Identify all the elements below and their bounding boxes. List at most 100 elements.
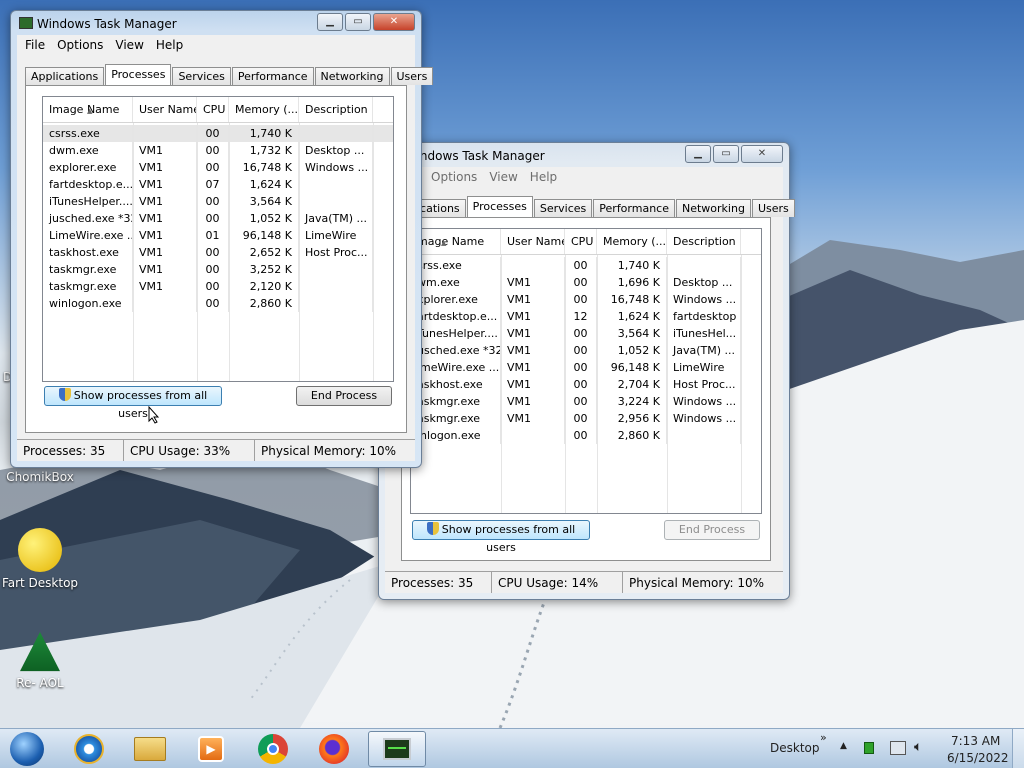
table-row[interactable]: csrss.exe 00 1,740 K — [43, 125, 393, 142]
network-icon[interactable] — [890, 741, 906, 755]
cell-memory: 1,696 K — [597, 274, 667, 291]
tab-performance[interactable]: Performance — [593, 199, 675, 217]
end-process-button[interactable]: End Process — [296, 386, 392, 406]
cell-image-name: TunesHelper.... — [411, 325, 501, 342]
taskbar-media-player[interactable]: ▶ — [182, 731, 240, 767]
menu-file[interactable]: File — [19, 38, 51, 52]
table-row[interactable]: askmgr.exe VM1 00 2,956 K Windows ... — [411, 410, 761, 427]
column-cpu[interactable]: CPU — [565, 229, 597, 254]
table-row[interactable]: askmgr.exe VM1 00 3,224 K Windows ... — [411, 393, 761, 410]
title-bar[interactable]: Windows Task Manager ▁ ▭ ✕ — [379, 143, 789, 167]
table-row[interactable]: iTunesHelper.... VM1 00 3,564 K — [43, 193, 393, 210]
column-description[interactable]: Description — [299, 97, 373, 122]
column-cpu[interactable]: CPU — [197, 97, 229, 122]
process-list[interactable]: mage Name ▲ User Name CPU Memory (... Des… — [410, 228, 762, 514]
taskbar-task-manager[interactable] — [368, 731, 426, 767]
table-row[interactable]: LimeWire.exe ... VM1 01 96,148 K LimeWire — [43, 227, 393, 244]
tab-performance[interactable]: Performance — [231, 67, 314, 85]
tab-applications[interactable]: Applications — [25, 67, 105, 85]
table-row[interactable]: TunesHelper.... VM1 00 3,564 KiTunesHel... — [411, 325, 761, 342]
column-user-name[interactable]: User Name — [501, 229, 565, 254]
end-process-button[interactable]: End Process — [664, 520, 760, 540]
table-row[interactable]: imeWire.exe ... VM1 00 96,148 K LimeWire — [411, 359, 761, 376]
process-list[interactable]: Image Name ▲ User Name CPU Memory (... De… — [42, 96, 394, 382]
table-row[interactable]: srss.exe 00 1,740 K — [411, 257, 761, 274]
cell-description: Windows ... — [667, 291, 741, 308]
table-row[interactable]: winlogon.exe 00 2,860 K — [43, 295, 393, 312]
toolbar-chevron-icon[interactable]: » — [820, 731, 827, 744]
menu-help[interactable]: Help — [150, 38, 189, 52]
table-row[interactable]: explorer.exe VM1 00 16,748 K Windows ... — [43, 159, 393, 176]
column-memory[interactable]: Memory (... — [597, 229, 667, 254]
clock-time[interactable]: 7:13 AM — [951, 734, 1000, 748]
desktop-icon-re-aol[interactable]: Re- AOL — [0, 632, 80, 690]
cell-cpu: 00 — [197, 210, 229, 227]
cell-memory: 96,148 K — [229, 227, 299, 244]
cell-description — [299, 295, 373, 312]
table-row[interactable]: xplorer.exe VM1 00 16,748 K Windows ... — [411, 291, 761, 308]
column-image-name[interactable]: mage Name ▲ — [411, 229, 501, 254]
volume-icon[interactable]: 🔈︎ — [914, 739, 922, 755]
show-hidden-icons-button[interactable]: ▲ — [840, 741, 847, 751]
table-row[interactable]: inlogon.exe 00 2,860 K — [411, 427, 761, 444]
task-manager-window-2[interactable]: Windows Task Manager ▁ ▭ ✕ Options View … — [378, 142, 795, 600]
task-manager-icon — [19, 17, 33, 29]
start-button[interactable] — [2, 731, 52, 767]
taskbar-file-explorer[interactable] — [121, 731, 179, 767]
tab-services[interactable]: Services — [172, 67, 231, 85]
status-bar: Processes: 35 CPU Usage: 33% Physical Me… — [17, 439, 415, 461]
tab-strip: Applications Processes Services Performa… — [25, 64, 434, 85]
table-row[interactable]: taskmgr.exe VM1 00 2,120 K — [43, 278, 393, 295]
table-row[interactable]: askhost.exe VM1 00 2,704 K Host Proc... — [411, 376, 761, 393]
tab-users[interactable]: Users — [390, 67, 434, 85]
desktop-icon-chomikbox[interactable]: ChomikBox — [0, 470, 80, 484]
desktop-toolbar-label[interactable]: Desktop — [770, 741, 820, 755]
column-description[interactable]: Description — [667, 229, 741, 254]
desktop-icon-fart-desktop[interactable]: Fart Desktop — [0, 528, 80, 590]
cell-cpu: 00 — [565, 427, 597, 444]
menu-view[interactable]: View — [483, 170, 523, 184]
table-row[interactable]: taskhost.exe VM1 00 2,652 K Host Proc... — [43, 244, 393, 261]
close-button[interactable]: ✕ — [741, 145, 783, 163]
tab-services[interactable]: Services — [533, 199, 593, 217]
maximize-button[interactable]: ▭ — [345, 13, 371, 31]
green-tray-icon[interactable] — [864, 742, 874, 754]
maximize-button[interactable]: ▭ — [713, 145, 739, 163]
cell-memory: 1,052 K — [597, 342, 667, 359]
tab-users[interactable]: Users — [751, 199, 795, 217]
menu-view[interactable]: View — [109, 38, 149, 52]
minimize-button[interactable]: ▁ — [317, 13, 343, 31]
tab-processes[interactable]: Processes — [105, 64, 172, 85]
menu-options[interactable]: Options — [425, 170, 483, 184]
minimize-button[interactable]: ▁ — [685, 145, 711, 163]
column-image-name[interactable]: Image Name ▲ — [43, 97, 133, 122]
taskbar-chrome[interactable] — [244, 731, 302, 767]
table-row[interactable]: fartdesktop.e... VM1 07 1,624 K — [43, 176, 393, 193]
table-row[interactable]: usched.exe *32 VM1 00 1,052 K Java(TM) ... — [411, 342, 761, 359]
cell-memory: 16,748 K — [597, 291, 667, 308]
show-all-users-button[interactable]: Show processes from all users — [412, 520, 590, 554]
menu-help[interactable]: Help — [524, 170, 563, 184]
show-desktop-button[interactable] — [1012, 729, 1024, 768]
taskbar-internet-explorer[interactable] — [60, 731, 118, 767]
column-user-name[interactable]: User Name — [133, 97, 197, 122]
cell-cpu: 00 — [565, 291, 597, 308]
table-row[interactable]: wm.exe VM1 00 1,696 K Desktop ... — [411, 274, 761, 291]
close-button[interactable]: ✕ — [373, 13, 415, 31]
tab-networking[interactable]: Networking — [314, 67, 390, 85]
title-bar[interactable]: Windows Task Manager ▁ ▭ ✕ — [11, 11, 421, 35]
table-row[interactable]: jusched.exe *32 VM1 00 1,052 K Java(TM) ... — [43, 210, 393, 227]
column-memory[interactable]: Memory (... — [229, 97, 299, 122]
taskbar-firefox[interactable] — [305, 731, 363, 767]
task-manager-window-1[interactable]: Windows Task Manager ▁ ▭ ✕ File Options … — [10, 10, 434, 468]
tab-networking[interactable]: Networking — [676, 199, 751, 217]
table-row[interactable]: artdesktop.e... VM1 12 1,624 Kfartdesktop — [411, 308, 761, 325]
table-row[interactable]: taskmgr.exe VM1 00 3,252 K — [43, 261, 393, 278]
menu-options[interactable]: Options — [51, 38, 109, 52]
table-row[interactable]: dwm.exe VM1 00 1,732 K Desktop ... — [43, 142, 393, 159]
cell-description: fartdesktop — [667, 308, 741, 325]
list-header: mage Name ▲ User Name CPU Memory (... Des… — [411, 229, 761, 255]
tab-processes[interactable]: Processes — [466, 196, 533, 217]
clock-date[interactable]: 6/15/2022 — [947, 751, 1009, 765]
show-all-users-button[interactable]: Show processes from all users — [44, 386, 222, 420]
